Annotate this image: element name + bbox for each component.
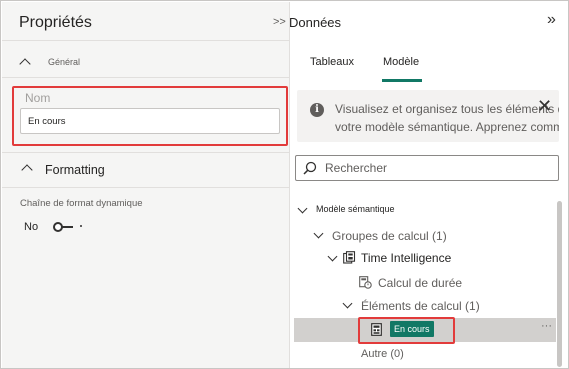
chevron-up-icon	[21, 164, 33, 176]
chevron-down-icon	[342, 298, 353, 309]
info-banner: i Visualisez et organisez tous les éléme…	[297, 90, 559, 142]
app-window: Propriétés >> Général Nom En cours Forma…	[0, 0, 569, 369]
chevron-up-icon	[19, 58, 31, 70]
scrollbar-thumb[interactable]	[557, 201, 562, 367]
tree-item-calc-groups[interactable]: Groupes de calcul (1)	[332, 229, 447, 243]
calc-group-icon	[343, 251, 356, 264]
info-text: Visualisez et organisez tous les élément…	[335, 102, 559, 134]
name-field-label: Nom	[25, 91, 51, 105]
divider	[2, 152, 289, 153]
search-icon	[303, 161, 317, 175]
calc-items-toggle[interactable]	[342, 298, 353, 309]
chevron-down-icon	[313, 228, 324, 239]
general-section-toggle[interactable]	[19, 58, 31, 70]
tree-item-other[interactable]: Autre (0)	[361, 348, 404, 360]
more-options-icon[interactable]: ···	[541, 320, 552, 332]
tree-item-time-intelligence[interactable]: Time Intelligence	[361, 251, 451, 265]
dynamic-format-toggle[interactable]	[53, 222, 82, 232]
divider	[2, 187, 289, 188]
collapse-pane-button[interactable]: >>	[273, 16, 286, 28]
formatting-section-toggle[interactable]	[21, 164, 33, 176]
properties-pane: Propriétés >> Général Nom En cours Forma…	[2, 2, 290, 368]
tree-item-calc-duration[interactable]: Calcul de durée	[378, 276, 462, 290]
formatting-section-label: Formatting	[45, 163, 105, 177]
dynamic-format-label: Chaîne de format dynamique	[20, 198, 143, 209]
dynamic-format-value: No	[24, 221, 39, 233]
calc-duration-icon	[359, 276, 372, 289]
name-field-input[interactable]: En cours	[20, 108, 280, 134]
time-intelligence-toggle[interactable]	[327, 251, 338, 262]
double-chevron-right-icon[interactable]: »	[547, 11, 556, 29]
info-icon: i	[310, 103, 324, 117]
divider	[2, 40, 289, 41]
search-input[interactable]: Rechercher	[325, 161, 387, 175]
active-tab-indicator	[382, 79, 422, 82]
close-icon[interactable]: ✕	[537, 96, 552, 117]
general-section-label: Général	[48, 57, 81, 67]
calc-item-icon	[371, 323, 382, 336]
chevron-down-icon	[327, 251, 338, 262]
divider	[2, 77, 289, 78]
data-pane-title: Données	[289, 15, 342, 30]
tab-tableaux[interactable]: Tableaux	[310, 56, 354, 68]
calc-groups-toggle[interactable]	[313, 228, 324, 239]
tree-root-toggle[interactable]	[297, 203, 308, 214]
chevron-down-icon	[297, 203, 308, 214]
tree-item-semantic-model[interactable]: Modèle sémantique	[316, 204, 395, 214]
tree-item-calc-items[interactable]: Éléments de calcul (1)	[361, 299, 480, 313]
tree-item-en-cours[interactable]: En cours	[390, 321, 434, 337]
search-box[interactable]: Rechercher	[295, 155, 559, 181]
tab-modele[interactable]: Modèle	[383, 56, 419, 68]
properties-title: Propriétés	[19, 14, 92, 31]
